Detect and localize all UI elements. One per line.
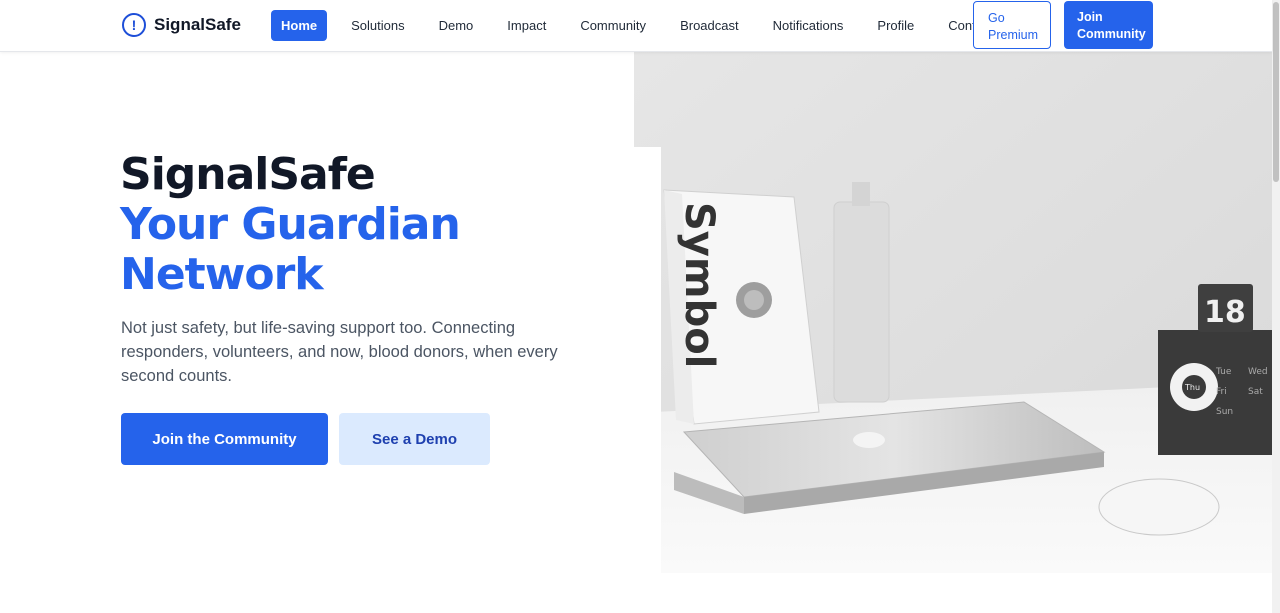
page-scrollbar[interactable] <box>1272 0 1280 613</box>
hero-title: SignalSafe Your Guardian Network <box>120 149 461 300</box>
book-spine-text: Symbol <box>676 202 722 368</box>
calendar-day-thu: Thu <box>1184 383 1200 392</box>
scrollbar-thumb[interactable] <box>1273 2 1279 182</box>
go-premium-button[interactable]: Go Premium <box>973 1 1051 49</box>
calendar-day-tue: Tue <box>1215 367 1232 377</box>
alert-circle-icon: ! <box>122 13 146 37</box>
hero-title-brand: SignalSafe <box>120 149 376 200</box>
nav-home[interactable]: Home <box>271 10 328 41</box>
photo-offset-panel <box>634 147 661 573</box>
nav-demo[interactable]: Demo <box>429 10 484 41</box>
brand-logo[interactable]: ! SignalSafe <box>122 13 241 37</box>
calendar-day-number: 18 <box>1204 295 1246 330</box>
hero-photo: Symbol 18 Tue Wed Thu Fri Sat Sun <box>634 52 1272 573</box>
nav-community[interactable]: Community <box>570 10 656 41</box>
nav-impact[interactable]: Impact <box>497 10 556 41</box>
top-navbar: ! SignalSafe Home Solutions Demo Impact … <box>0 0 1272 52</box>
join-community-button[interactable]: Join the Community <box>121 413 328 465</box>
calendar-day-wed: Wed <box>1248 367 1268 377</box>
brand-name: SignalSafe <box>154 15 241 34</box>
join-community-nav-button[interactable]: Join Community <box>1064 1 1153 49</box>
see-demo-button[interactable]: See a Demo <box>339 413 490 465</box>
nav-broadcast[interactable]: Broadcast <box>670 10 749 41</box>
hero-subtitle: Not just safety, but life-saving support… <box>121 319 558 385</box>
hero-title-tagline-2: Network <box>120 249 324 300</box>
hero-title-tagline-1: Your Guardian <box>120 199 461 250</box>
calendar-day-fri: Fri <box>1216 387 1227 397</box>
calendar-day-sat: Sat <box>1248 387 1263 397</box>
desk-scene-illustration: Symbol 18 Tue Wed Thu Fri Sat Sun <box>634 52 1272 573</box>
main-nav: Home Solutions Demo Impact Community Bro… <box>271 10 1017 41</box>
nav-notifications[interactable]: Notifications <box>763 10 854 41</box>
nav-solutions[interactable]: Solutions <box>341 10 414 41</box>
nav-profile[interactable]: Profile <box>867 10 924 41</box>
calendar-day-sun: Sun <box>1216 407 1233 417</box>
